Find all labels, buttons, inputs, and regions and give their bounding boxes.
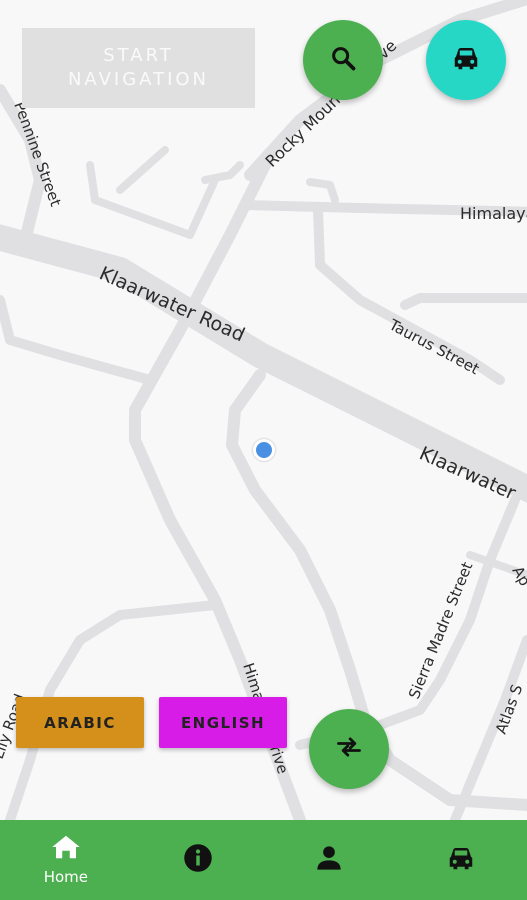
- arabic-button[interactable]: ARABIC: [16, 697, 144, 748]
- info-icon: [183, 843, 213, 877]
- home-icon: [51, 834, 81, 864]
- bottom-navigation: Home: [0, 820, 527, 900]
- start-navigation-label: START NAVIGATION: [67, 45, 210, 90]
- swap-icon: [335, 735, 363, 763]
- nav-home-label: Home: [43, 868, 89, 886]
- road-label: Taurus Street: [385, 315, 482, 378]
- nav-car[interactable]: [395, 820, 527, 900]
- start-navigation-button[interactable]: START NAVIGATION: [22, 28, 255, 108]
- nav-info[interactable]: [132, 820, 264, 900]
- search-button[interactable]: [303, 20, 383, 100]
- arabic-label: ARABIC: [44, 713, 116, 732]
- road-label: Himalaya: [460, 204, 527, 223]
- swap-route-button[interactable]: [309, 709, 389, 789]
- car-icon: [446, 844, 476, 876]
- english-button[interactable]: ENGLISH: [159, 697, 287, 748]
- current-location-marker: [253, 439, 275, 461]
- person-icon: [315, 844, 343, 876]
- english-label: ENGLISH: [180, 713, 266, 732]
- nav-home[interactable]: Home: [0, 820, 132, 900]
- search-icon: [329, 44, 357, 76]
- car-icon: [451, 44, 481, 76]
- nav-profile[interactable]: [264, 820, 396, 900]
- car-mode-button[interactable]: [426, 20, 506, 100]
